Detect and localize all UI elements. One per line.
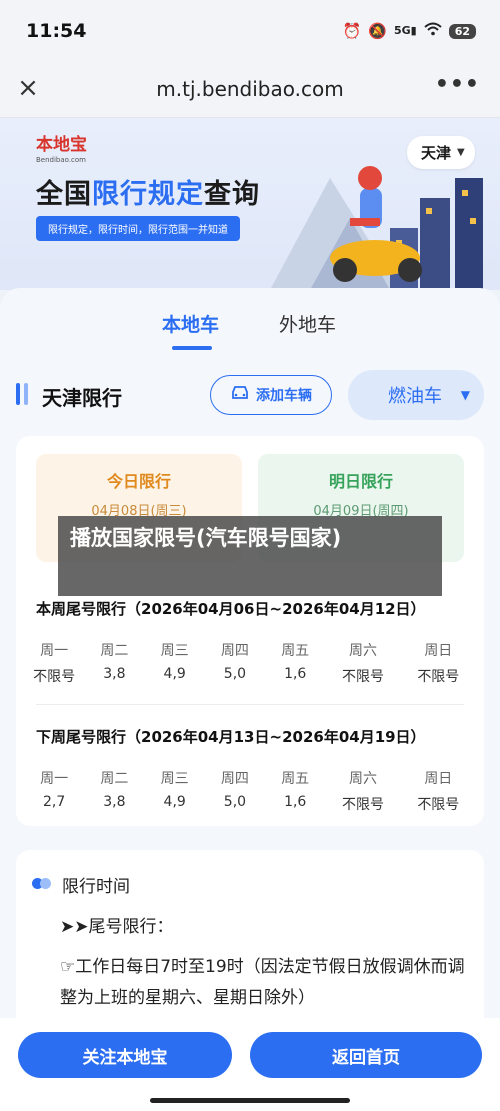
limit-value: 不限号 (341, 669, 384, 685)
day-label: 周日 (424, 771, 453, 787)
banner-title-suffix: 查询 (204, 179, 260, 210)
wifi-icon (424, 22, 442, 40)
car-icon (230, 385, 250, 405)
day-label: 周二 (100, 771, 129, 787)
day-label: 周四 (220, 643, 249, 659)
day-label: 周日 (424, 643, 453, 659)
section-marker (16, 383, 20, 405)
add-car-label: 添加车辆 (256, 388, 312, 404)
car-tabs: 本地车 外地车 (0, 288, 500, 354)
limit-value: 2,7 (43, 794, 66, 810)
city-selector[interactable]: 天津 ▼ (407, 136, 475, 169)
day-label: 周一 (40, 643, 69, 659)
tab-nonlocal-car[interactable]: 外地车 (279, 310, 336, 337)
day-label: 周二 (100, 643, 129, 659)
this-week-title: 本周尾号限行（2026年04月06日~2026年04月12日） (36, 600, 426, 618)
next-week-values: 2,7 3,8 4,9 5,0 1,6 不限号 不限号 (24, 794, 476, 814)
day-label: 周六 (348, 643, 377, 659)
day-label: 周五 (281, 643, 310, 659)
time-description: ☞工作日每日7时至19时（因法定节假日放假调休而调整为上班的星期六、星期日除外） (60, 957, 465, 1008)
limit-value: 不限号 (417, 669, 460, 685)
status-time: 11:54 (26, 20, 87, 42)
status-icons: ⏰ 🔕 5G▮ 62 (343, 22, 476, 40)
limit-value: 不限号 (417, 797, 460, 813)
this-week-values: 不限号 3,8 4,9 5,0 1,6 不限号 不限号 (24, 666, 476, 686)
banner-title: 全国限行规定查询 (36, 172, 260, 211)
main-card: 本地车 外地车 天津限行 添加车辆 燃油车 ▼ 今日限行 04月08日(周三) … (0, 288, 500, 1050)
tab-active-indicator (172, 346, 212, 350)
more-menu-icon[interactable]: ••• (435, 72, 480, 97)
time-subtitle: ➤➤尾号限行： (60, 917, 174, 937)
fuel-type-select[interactable]: 燃油车 ▼ (348, 370, 484, 420)
dropdown-arrow-icon: ▼ (460, 388, 470, 402)
add-car-button[interactable]: 添加车辆 (210, 375, 332, 415)
tomorrow-label: 明日限行 (328, 472, 393, 491)
section-header: 天津限行 添加车辆 燃油车 ▼ (0, 370, 500, 420)
back-home-button[interactable]: 返回首页 (250, 1032, 482, 1078)
day-label: 周五 (281, 771, 310, 787)
battery-icon: 62 (448, 23, 476, 39)
alarm-icon: ⏰ (342, 22, 362, 40)
chevron-down-icon: ▼ (457, 147, 465, 158)
limit-value: 5,0 (223, 794, 247, 810)
limit-value: 1,6 (284, 666, 307, 682)
time-title: 限行时间 (62, 877, 130, 897)
status-bar: 11:54 ⏰ 🔕 5G▮ 62 (0, 0, 500, 62)
this-week-days: 周一 周二 周三 周四 周五 周六 周日 (24, 640, 476, 660)
banner: 本地宝 Bendibao.com 全国限行规定查询 限行规定，限行时间，限行范围… (0, 118, 500, 290)
limit-value: 3,8 (103, 794, 126, 810)
section-title: 天津限行 (42, 386, 122, 410)
day-label: 周一 (40, 771, 69, 787)
banner-title-highlight: 限行规定 (92, 179, 204, 210)
limit-value: 不限号 (341, 797, 384, 813)
day-label: 周三 (160, 771, 189, 787)
limit-value: 5,0 (223, 666, 247, 682)
url-text[interactable]: m.tj.bendibao.com (0, 77, 500, 101)
today-label: 今日限行 (106, 472, 171, 491)
follow-button[interactable]: 关注本地宝 (18, 1032, 232, 1078)
bottom-action-bar: 关注本地宝 返回首页 (0, 1018, 500, 1111)
mute-icon: 🔕 (368, 22, 387, 40)
section-marker-secondary (24, 383, 28, 405)
video-caption-overlay: 播放国家限号(汽车限号国家) (58, 516, 442, 596)
home-indicator (150, 1098, 350, 1103)
fuel-type-value: 燃油车 (388, 386, 442, 407)
city-name: 天津 (421, 144, 452, 162)
next-week-days: 周一 周二 周三 周四 周五 周六 周日 (24, 768, 476, 788)
bullet-dot-secondary-icon (40, 878, 51, 889)
limit-value: 4,9 (163, 666, 186, 682)
signal-5g-icon: 5G▮ (393, 24, 417, 37)
limit-value: 1,6 (284, 794, 307, 810)
limit-value: 4,9 (163, 794, 186, 810)
restriction-card: 今日限行 04月08日(周三) 明日限行 04月09日(周四) 本周尾号限行（2… (16, 436, 484, 826)
logo-subtext: Bendibao.com (36, 156, 87, 164)
day-label: 周四 (220, 771, 249, 787)
divider (36, 704, 464, 705)
banner-illustration (270, 166, 483, 290)
site-logo[interactable]: 本地宝 Bendibao.com (36, 130, 87, 164)
banner-description: 限行规定，限行时间，限行范围一并知道 (36, 216, 240, 241)
day-label: 周六 (348, 771, 377, 787)
logo-text: 本地宝 (36, 135, 87, 155)
limit-value: 3,8 (103, 666, 126, 682)
banner-title-prefix: 全国 (36, 179, 92, 210)
tab-local-car[interactable]: 本地车 (162, 310, 219, 337)
day-label: 周三 (160, 643, 189, 659)
next-week-title: 下周尾号限行（2026年04月13日~2026年04月19日） (36, 728, 426, 746)
limit-value: 不限号 (33, 669, 76, 685)
browser-bar: × m.tj.bendibao.com ••• (0, 62, 500, 118)
